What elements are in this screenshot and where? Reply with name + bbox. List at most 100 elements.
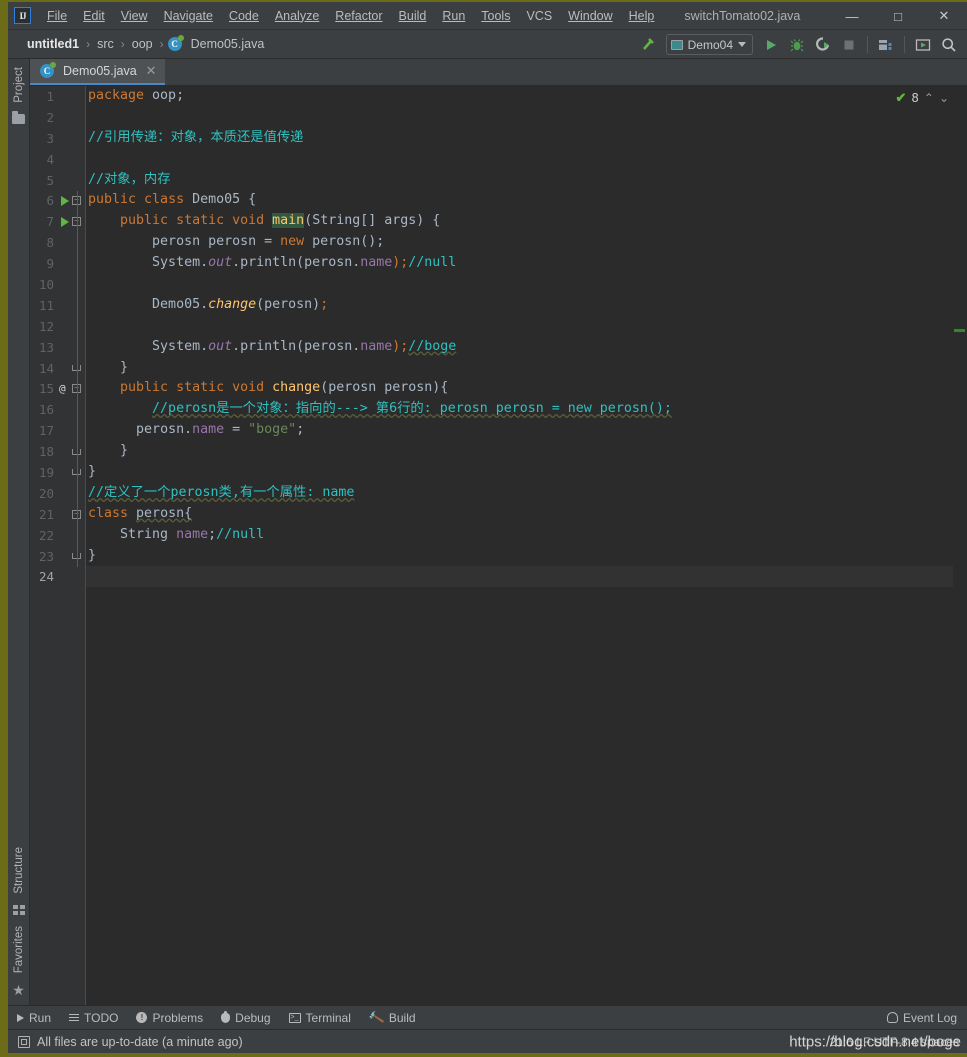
chevron-up-icon[interactable]: ⌃: [924, 91, 934, 105]
tool-window-label: Build: [388, 1010, 416, 1025]
code-line[interactable]: Demo05.change(perosn);: [86, 295, 953, 316]
menu-item-code[interactable]: Code: [221, 5, 267, 27]
code-line[interactable]: public class Demo05 {: [86, 190, 953, 211]
close-button[interactable]: ✕: [921, 2, 967, 30]
breadcrumb-item-oop[interactable]: oop: [129, 36, 156, 52]
menu-label-window: Window: [568, 8, 613, 23]
code-line[interactable]: //引用传递：对象，本质还是值传递: [86, 128, 953, 149]
project-structure-icon[interactable]: [874, 33, 898, 57]
status-bar: All files are up-to-date (a minute ago) …: [8, 1029, 967, 1053]
gutter-row[interactable]: 5: [30, 170, 85, 191]
tool-window-run[interactable]: Run: [8, 1009, 60, 1027]
gutter-row[interactable]: 2: [30, 107, 85, 128]
hammer-icon[interactable]: [636, 33, 660, 57]
tool-window-todo[interactable]: TODO: [60, 1009, 127, 1027]
code-line[interactable]: System.out.println(perosn.name);//boge: [86, 337, 953, 358]
run-configuration-selector[interactable]: Demo04: [665, 34, 753, 55]
code-line[interactable]: perosn.name = "boge";: [86, 420, 953, 441]
event-log-button[interactable]: Event Log: [886, 1011, 957, 1025]
gutter-row[interactable]: 24: [30, 566, 85, 587]
menu-item-run[interactable]: Run: [434, 5, 473, 27]
code-token: }: [88, 547, 97, 563]
run-gutter-icon[interactable]: [61, 216, 69, 227]
menu-item-navigate[interactable]: Navigate: [156, 5, 221, 27]
code-line[interactable]: //定义了一个perosn类,有一个属性: name: [86, 483, 953, 504]
status-right[interactable]: 21:6 LF UTF-8 4 spaces: [830, 1035, 959, 1049]
search-everywhere-icon[interactable]: [937, 33, 961, 57]
code-line[interactable]: [86, 149, 953, 170]
run-config-icon: [670, 39, 683, 50]
tool-window-debug[interactable]: Debug: [212, 1009, 279, 1027]
updates-icon[interactable]: [911, 33, 935, 57]
editor-area: 123456789101112131415@161718192021222324…: [30, 86, 967, 1005]
gutter-row[interactable]: 4: [30, 149, 85, 170]
tool-window-problems[interactable]: ! Problems: [127, 1009, 212, 1027]
code-line[interactable]: [86, 274, 953, 295]
menu-label-tools: Tools: [481, 8, 511, 23]
debug-icon[interactable]: [785, 33, 809, 57]
status-indicators[interactable]: 21:6 LF UTF-8 4 spaces: [830, 1035, 959, 1049]
code-line[interactable]: public static void change(perosn perosn)…: [86, 378, 953, 399]
code-token: ;: [296, 422, 305, 438]
code-line[interactable]: }: [86, 462, 953, 483]
code-line[interactable]: [86, 566, 953, 588]
line-number: 18: [38, 444, 54, 460]
code-token: //perosn是一个对象：指向的---> 第6行的: perosn peros…: [152, 401, 672, 417]
code-line[interactable]: }: [86, 546, 953, 567]
gutter-row[interactable]: 1: [30, 86, 85, 107]
tab-demo05-java[interactable]: C Demo05.java ✕: [30, 59, 165, 85]
code-line[interactable]: String name;//null: [86, 525, 953, 546]
code-token: //null: [408, 255, 457, 271]
editor-gutter[interactable]: 123456789101112131415@161718192021222324: [30, 86, 86, 1005]
sidebar-item-favorites[interactable]: Favorites: [12, 922, 26, 977]
run-with-coverage-icon[interactable]: [811, 33, 835, 57]
menu-item-analyze[interactable]: Analyze: [267, 5, 327, 27]
menu-label-analyze: Analyze: [274, 8, 320, 23]
status-message: All files are up-to-date (a minute ago): [37, 1034, 243, 1049]
editor-marker-bar[interactable]: [953, 86, 967, 1005]
chevron-down-icon[interactable]: ⌄: [939, 91, 949, 105]
run-configuration-label: Demo04: [687, 37, 733, 52]
code-content[interactable]: package oop; //引用传递：对象，本质还是值传递 //对象，内存 publ…: [86, 86, 953, 1005]
code-line[interactable]: //perosn是一个对象：指向的---> 第6行的: perosn peros…: [86, 399, 953, 420]
code-token: (perosn): [256, 296, 321, 312]
code-line[interactable]: //对象，内存: [86, 170, 953, 191]
code-line[interactable]: perosn perosn = new perosn();: [86, 232, 953, 253]
menu-item-build[interactable]: Build: [391, 5, 435, 27]
menu-item-file[interactable]: File: [39, 5, 75, 27]
code-line[interactable]: }: [86, 441, 953, 462]
sidebar-item-project[interactable]: Project: [12, 63, 26, 107]
menu-item-edit[interactable]: Edit: [75, 5, 113, 27]
minimize-button[interactable]: —: [829, 2, 875, 30]
main-toolbar: Demo04: [636, 30, 961, 59]
menu-item-tools[interactable]: Tools: [473, 5, 518, 27]
run-gutter-icon[interactable]: [61, 195, 69, 206]
menu-item-help[interactable]: Help: [621, 5, 663, 27]
code-line[interactable]: }: [86, 358, 953, 379]
marker-stripe[interactable]: [954, 329, 965, 332]
tool-window-build[interactable]: 🔨 Build: [360, 1009, 425, 1027]
code-line[interactable]: [86, 316, 953, 337]
menu-item-window[interactable]: Window: [560, 5, 620, 27]
code-token: }: [88, 464, 97, 480]
breadcrumb-item-src[interactable]: src: [94, 36, 117, 52]
code-line[interactable]: public static void main(String[] args) {: [86, 211, 953, 232]
tool-window-terminal[interactable]: >_ Terminal: [280, 1009, 360, 1027]
menu-item-refactor[interactable]: Refactor: [327, 5, 390, 27]
breadcrumb-item-file[interactable]: Demo05.java: [188, 36, 268, 52]
run-icon[interactable]: [759, 33, 783, 57]
sidebar-item-structure[interactable]: Structure: [12, 843, 26, 898]
close-icon[interactable]: ✕: [146, 63, 157, 79]
gutter-row[interactable]: 3: [30, 128, 85, 149]
stop-icon[interactable]: [837, 33, 861, 57]
code-line[interactable]: System.out.println(perosn.name);//null: [86, 253, 953, 274]
code-line[interactable]: [86, 107, 953, 128]
menu-item-vcs[interactable]: VCS: [518, 5, 560, 27]
breadcrumb-item-project[interactable]: untitled1: [24, 36, 82, 52]
code-line[interactable]: package oop;: [86, 86, 953, 107]
code-line[interactable]: class perosn{: [86, 504, 953, 525]
menu-item-view[interactable]: View: [113, 5, 156, 27]
inspection-widget[interactable]: ✔ 8 ⌃ ⌄: [895, 90, 949, 105]
maximize-button[interactable]: □: [875, 2, 921, 30]
tab-label: Demo05.java: [63, 64, 137, 78]
